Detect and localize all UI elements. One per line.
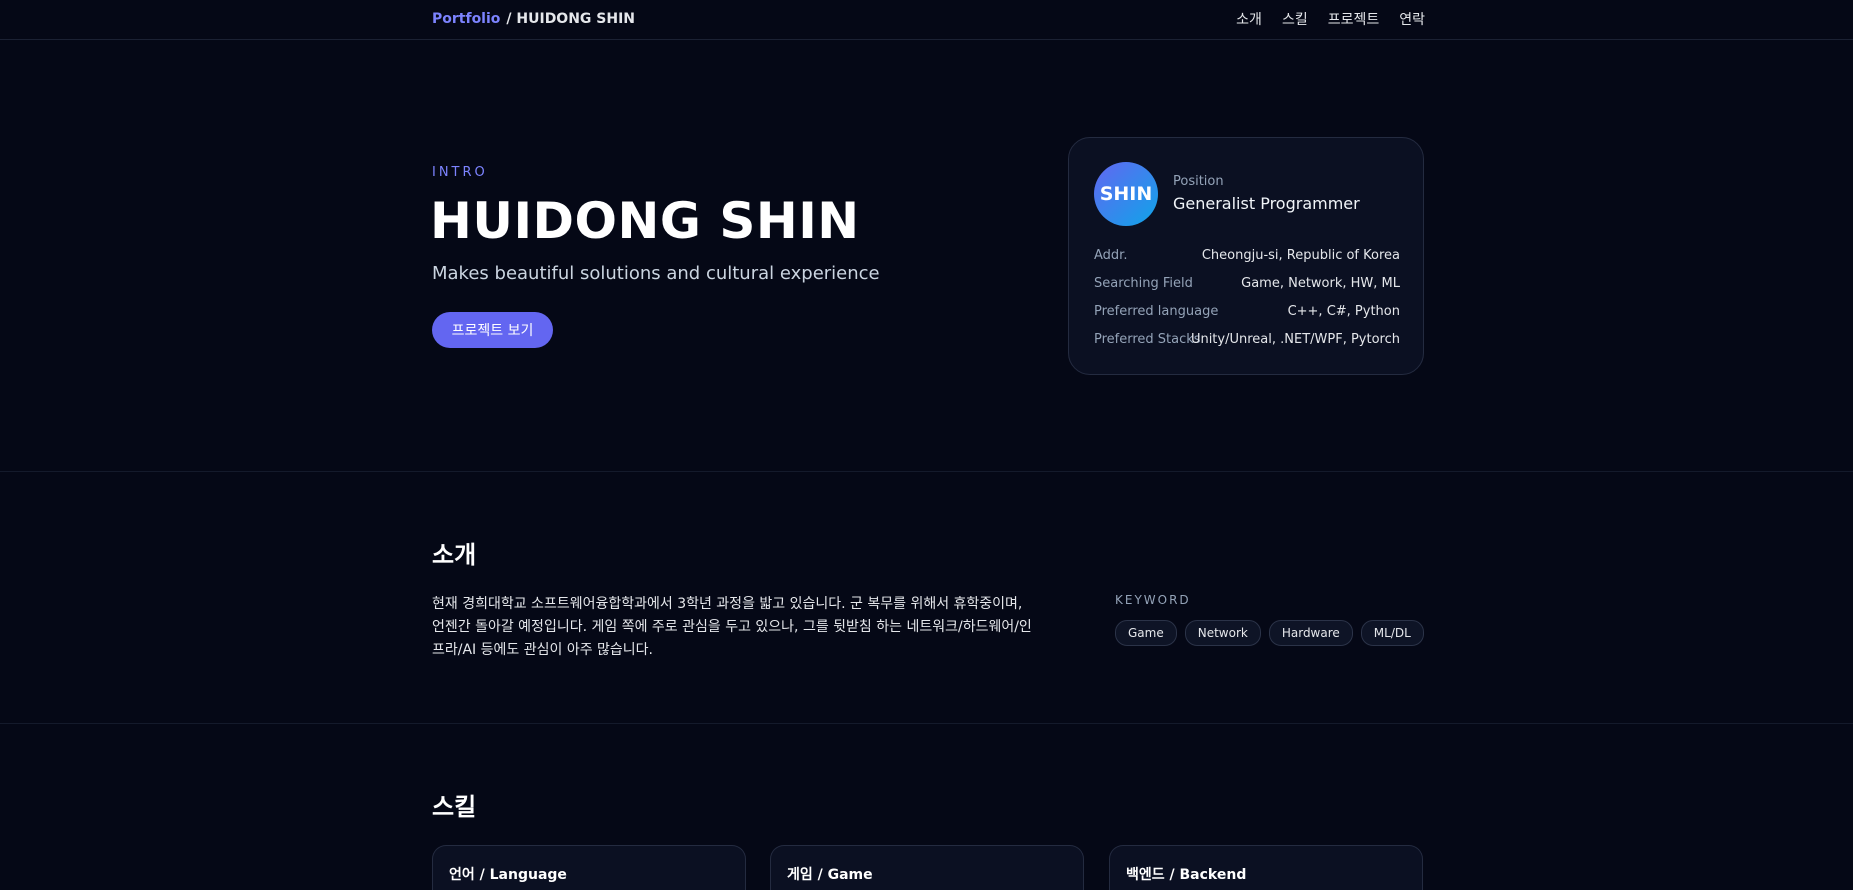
info-key: Preferred language bbox=[1094, 304, 1219, 319]
info-row-field: Searching Field Game, Network, HW, ML bbox=[1094, 276, 1400, 296]
nav-item-skills[interactable]: 스킬 bbox=[1282, 9, 1308, 29]
info-value: C++, C#, Python bbox=[1287, 304, 1400, 319]
intro-label: INTRO bbox=[432, 165, 488, 180]
section-divider bbox=[0, 471, 1853, 472]
avatar: SHIN bbox=[1094, 162, 1158, 226]
info-row-stacks: Preferred Stacks Unity/Unreal, .NET/WPF,… bbox=[1094, 332, 1400, 352]
about-title: 소개 bbox=[432, 541, 477, 569]
skill-card-game: 게임 / Game bbox=[770, 845, 1084, 890]
keyword-chip: ML/DL bbox=[1360, 620, 1424, 646]
hero-subtitle: Makes beautiful solutions and cultural e… bbox=[432, 263, 880, 284]
brand-link[interactable]: Portfolio bbox=[432, 11, 500, 27]
position-value: Generalist Programmer bbox=[1173, 194, 1360, 213]
profile-card: SHIN Position Generalist Programmer Addr… bbox=[1068, 137, 1424, 375]
position-label: Position bbox=[1173, 174, 1224, 189]
section-divider bbox=[0, 723, 1853, 724]
nav-item-projects[interactable]: 프로젝트 bbox=[1328, 9, 1380, 29]
info-value: Unity/Unreal, .NET/WPF, Pytorch bbox=[1190, 332, 1400, 347]
keyword-chip: Network bbox=[1184, 620, 1261, 646]
about-line: 언젠간 돌아갈 예정입니다. 게임 쪽에 주로 관심을 두고 있으나, 그를 뒷… bbox=[432, 619, 1032, 635]
info-row-addr: Addr. Cheongju-si, Republic of Korea bbox=[1094, 248, 1400, 268]
brand-name: / HUIDONG SHIN bbox=[506, 11, 636, 27]
info-value: Game, Network, HW, ML bbox=[1241, 276, 1400, 291]
skill-card-title: 언어 / Language bbox=[449, 867, 567, 883]
skill-card-backend: 백엔드 / Backend bbox=[1109, 845, 1423, 890]
main-nav: 소개 스킬 프로젝트 연락 bbox=[1236, 9, 1425, 29]
skills-title: 스킬 bbox=[432, 793, 477, 821]
skill-card-title: 게임 / Game bbox=[787, 867, 873, 883]
hero-title: HUIDONG SHIN bbox=[430, 192, 860, 250]
info-key: Preferred Stacks bbox=[1094, 332, 1201, 347]
view-projects-button[interactable]: 프로젝트 보기 bbox=[432, 312, 553, 348]
keyword-chip: Hardware bbox=[1268, 620, 1353, 646]
about-line: 현재 경희대학교 소프트웨어융합학과에서 3학년 과정을 밟고 있습니다. 군 … bbox=[432, 596, 1023, 612]
info-key: Addr. bbox=[1094, 248, 1128, 263]
top-navbar: Portfolio / HUIDONG SHIN 소개 스킬 프로젝트 연락 bbox=[0, 0, 1853, 40]
nav-item-about[interactable]: 소개 bbox=[1236, 9, 1262, 29]
info-value: Cheongju-si, Republic of Korea bbox=[1201, 248, 1400, 263]
nav-item-contact[interactable]: 연락 bbox=[1399, 9, 1425, 29]
about-line: 프라/AI 등에도 관심이 아주 많습니다. bbox=[432, 642, 653, 658]
keyword-label: KEYWORD bbox=[1115, 593, 1191, 607]
brand[interactable]: Portfolio / HUIDONG SHIN bbox=[432, 11, 635, 27]
keyword-chip: Game bbox=[1115, 620, 1177, 646]
keyword-list: Game Network Hardware ML/DL bbox=[1115, 620, 1424, 646]
info-row-language: Preferred language C++, C#, Python bbox=[1094, 304, 1400, 324]
about-text: 현재 경희대학교 소프트웨어융합학과에서 3학년 과정을 밟고 있습니다. 군 … bbox=[432, 593, 1092, 662]
skill-card-language: 언어 / Language bbox=[432, 845, 746, 890]
skill-card-title: 백엔드 / Backend bbox=[1126, 867, 1247, 883]
info-key: Searching Field bbox=[1094, 276, 1193, 291]
